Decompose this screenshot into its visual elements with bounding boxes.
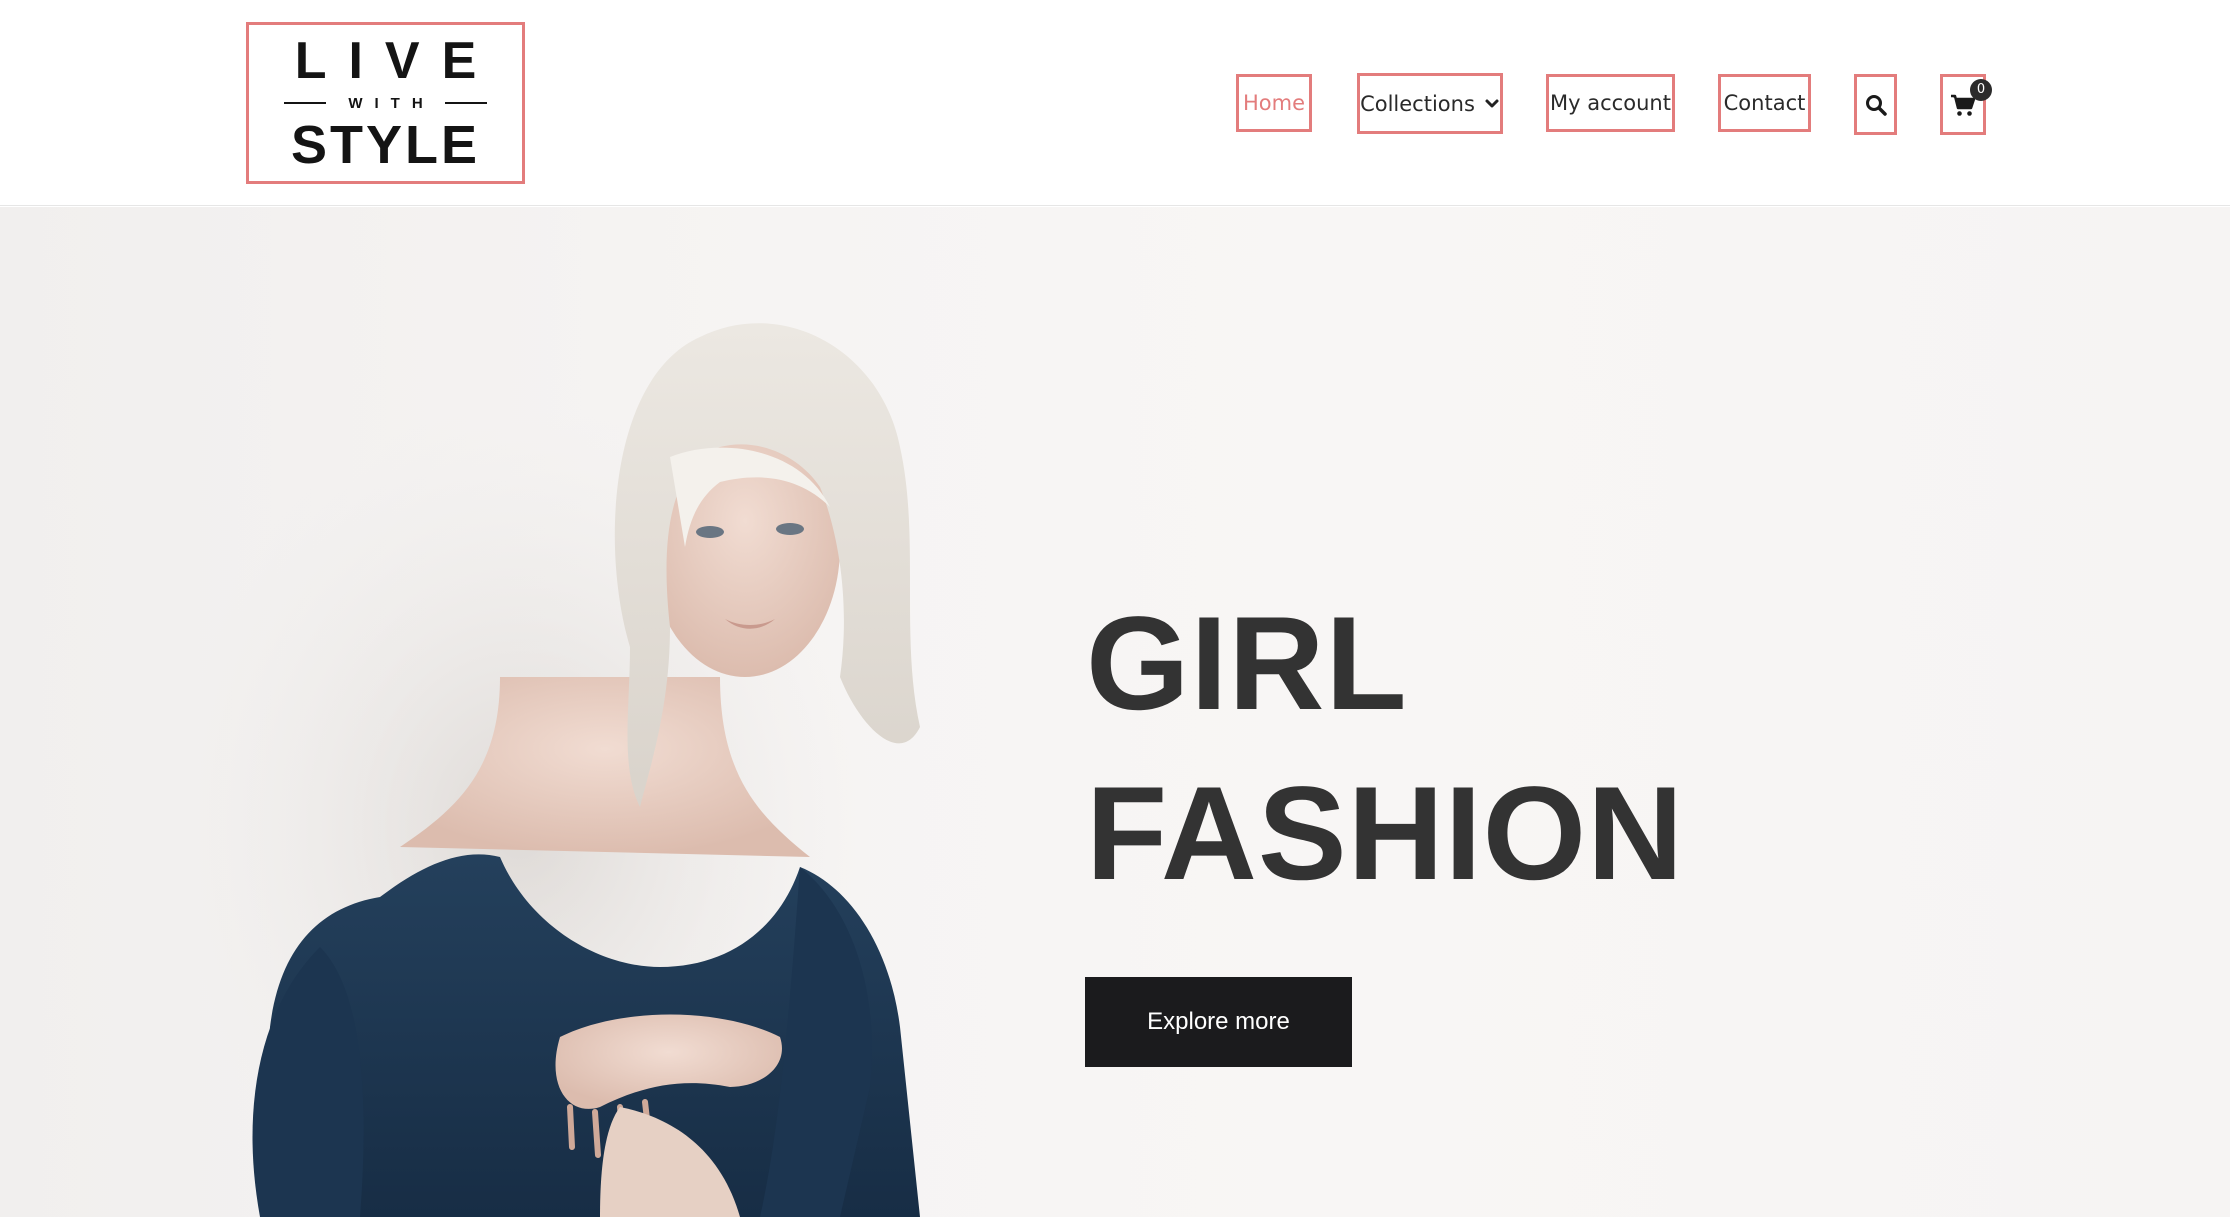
nav-my-account-link[interactable]: My account bbox=[1546, 74, 1675, 132]
hero-title-line1: GIRL bbox=[1086, 590, 1408, 738]
hero-title: GIRL FASHION bbox=[1086, 579, 1684, 919]
logo-text-middle: WITH bbox=[348, 94, 435, 112]
cart-count-badge: 0 bbox=[1970, 78, 1992, 101]
hero-banner: GIRL FASHION Explore more bbox=[0, 207, 2230, 1217]
nav-my-account-label: My account bbox=[1550, 91, 1671, 115]
logo-rule-left bbox=[284, 102, 327, 104]
hero-title-line2: FASHION bbox=[1086, 760, 1685, 908]
search-button[interactable] bbox=[1854, 74, 1897, 135]
chevron-down-icon bbox=[1485, 99, 1499, 107]
cart-icon-wrap: 0 bbox=[1950, 78, 1992, 117]
nav-home-link[interactable]: Home bbox=[1236, 74, 1312, 132]
nav-contact-label: Contact bbox=[1723, 91, 1806, 115]
site-header: LIVE WITH STYLE Home Collections My acco… bbox=[0, 0, 2230, 206]
logo-text-top: LIVE bbox=[294, 31, 499, 90]
nav-home-label: Home bbox=[1242, 91, 1305, 115]
logo-middle: WITH bbox=[284, 94, 487, 112]
site-logo[interactable]: LIVE WITH STYLE bbox=[246, 22, 525, 184]
hero-model-image bbox=[200, 323, 920, 1217]
logo-rule-right bbox=[444, 102, 487, 104]
search-icon bbox=[1865, 94, 1887, 116]
nav-collections-dropdown[interactable]: Collections bbox=[1357, 73, 1503, 134]
nav-contact-link[interactable]: Contact bbox=[1718, 74, 1811, 132]
cart-button[interactable]: 0 bbox=[1940, 74, 1992, 135]
nav-collections-label: Collections bbox=[1360, 91, 1475, 116]
explore-more-button[interactable]: Explore more bbox=[1085, 977, 1352, 1067]
logo-text-bottom: STYLE bbox=[290, 114, 481, 175]
